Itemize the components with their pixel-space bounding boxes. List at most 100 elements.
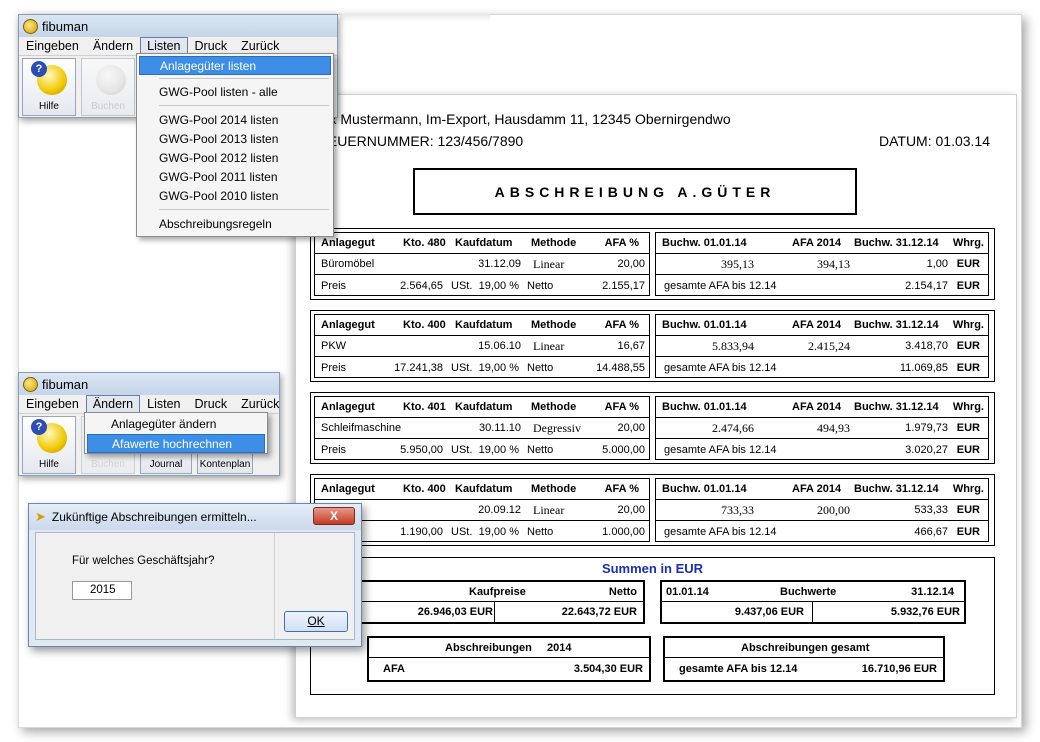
buchwert-start: 2.474,66 bbox=[712, 420, 754, 435]
header-afa: AFA % bbox=[604, 237, 639, 249]
buchwert-end: 533,33 bbox=[914, 504, 948, 516]
gesamt-afa-label: gesamte AFA bis 12.14 bbox=[664, 525, 777, 538]
asset-name: PKW bbox=[321, 340, 347, 352]
menu-eingeben[interactable]: Eingeben bbox=[19, 395, 86, 413]
netto-value: 1.000,00 bbox=[602, 525, 645, 538]
help-button[interactable]: ? Hilfe bbox=[22, 416, 76, 474]
menu-item-gwg-2012[interactable]: GWG-Pool 2012 listen bbox=[139, 149, 331, 168]
buchwert-start: 5.833,94 bbox=[712, 338, 754, 353]
asset-block: AnlagegutKto. 400KaufdatumMethodeAFA %k2… bbox=[310, 474, 995, 546]
menu-listen[interactable]: Listen bbox=[140, 395, 187, 413]
buchwert-end-sum: 5.932,76 EUR bbox=[890, 606, 960, 618]
afa-percent: 16,67 bbox=[617, 340, 645, 352]
ust-label: USt. bbox=[451, 361, 473, 374]
report-page: Max Mustermann, Im-Export, Hausdamm 11, … bbox=[295, 94, 1017, 718]
menu-eingeben[interactable]: Eingeben bbox=[19, 37, 86, 55]
asset-left-panel: AnlagegutKto. 400KaufdatumMethodeAFA %k2… bbox=[314, 478, 650, 542]
dialog-title: Zukünftige Abschreibungen ermitteln... bbox=[51, 510, 257, 524]
help-button[interactable]: ? Hilfe bbox=[22, 58, 76, 116]
tax-number: STEUERNUMMER: 123/456/7890 bbox=[310, 133, 524, 149]
header-methode: Methode bbox=[531, 483, 577, 495]
book-button[interactable]: Buchen bbox=[81, 58, 135, 116]
menu-item-gwg-pool-alle[interactable]: GWG-Pool listen - alle bbox=[139, 83, 331, 102]
netto-value: 14.488,55 bbox=[596, 361, 645, 374]
menu-aendern[interactable]: Ändern bbox=[86, 37, 140, 55]
header-waehrung: Whrg. bbox=[952, 483, 984, 495]
netto-header: Netto bbox=[608, 586, 637, 598]
asset-name: Schleifmaschine bbox=[321, 422, 402, 434]
header-buchwert-end: Buchw. 31.12.14 bbox=[854, 237, 939, 249]
menu-item-gwg-2010[interactable]: GWG-Pool 2010 listen bbox=[139, 187, 331, 206]
header-buchwert-start: Buchw. 01.01.14 bbox=[662, 237, 747, 249]
ust-label: USt. bbox=[451, 279, 473, 292]
ust-value: 19,00 % bbox=[478, 279, 519, 292]
close-button[interactable]: X bbox=[313, 507, 355, 525]
dialog-future-depreciation: ➤ Zukünftige Abschreibungen ermitteln...… bbox=[28, 503, 362, 647]
gesamt-afa-label: gesamte AFA bis 12.14 bbox=[664, 443, 777, 456]
app-icon bbox=[23, 18, 38, 34]
preis-value: 1.190,00 bbox=[400, 525, 443, 538]
buchwerte-date1: 01.01.14 bbox=[666, 586, 709, 598]
abschreibungen-2014-box: Abschreibungen 2014 AFA 3.504,30 EUR bbox=[367, 636, 651, 682]
book-icon bbox=[96, 65, 126, 95]
menu-item-anlagegueter-aendern[interactable]: Anlagegüter ändern bbox=[87, 415, 265, 434]
menu-item-gwg-2013[interactable]: GWG-Pool 2013 listen bbox=[139, 130, 331, 149]
menu-item-gwg-2014[interactable]: GWG-Pool 2014 listen bbox=[139, 111, 331, 130]
afa-2014-value: 494,93 bbox=[817, 420, 850, 435]
summary-title: Summen in EUR bbox=[601, 561, 704, 576]
report-title: ABSCHREIBUNG A.GÜTER bbox=[413, 168, 857, 215]
currency: EUR bbox=[956, 340, 980, 352]
afa-label: AFA bbox=[383, 663, 405, 675]
buchwert-end: 1.979,73 bbox=[905, 422, 948, 434]
gesamt-afa-label: gesamte AFA bis 12.14 bbox=[664, 361, 777, 374]
ok-button[interactable]: OK bbox=[284, 611, 348, 632]
asset-block: Anlagegut Kto. 401 Kaufdatum Methode AFA % Sc… bbox=[310, 392, 995, 464]
afa-percent: 20,00 bbox=[617, 504, 645, 516]
header-waehrung: Whrg. bbox=[952, 401, 984, 413]
afa-percent: 20,00 bbox=[617, 258, 645, 270]
gesamt-afa-value: 2.154,17 bbox=[905, 279, 948, 292]
asset-left-panel: Anlagegut Kto. 480 Kaufdatum Methode AFA % Bü… bbox=[314, 232, 650, 296]
preis-value: 17.241,38 bbox=[394, 361, 443, 374]
buchwert-end: 3.418,70 bbox=[905, 340, 948, 352]
header-afa-2014: AFA 2014 bbox=[792, 483, 842, 495]
kaufpreise-header: Kaufpreise bbox=[469, 586, 526, 598]
currency: EUR bbox=[956, 258, 980, 270]
menu-druck[interactable]: Druck bbox=[188, 395, 235, 413]
company-line: Max Mustermann, Im-Export, Hausdamm 11, … bbox=[310, 111, 731, 127]
ust-value: 19,00 % bbox=[478, 525, 519, 538]
ust-label: USt. bbox=[451, 525, 473, 538]
currency: EUR bbox=[956, 504, 980, 516]
header-anlagegut: Anlagegut bbox=[321, 237, 375, 249]
header-afa-2014: AFA 2014 bbox=[792, 319, 842, 331]
currency: EUR bbox=[956, 525, 980, 538]
menu-item-gwg-2011[interactable]: GWG-Pool 2011 listen bbox=[139, 168, 331, 187]
header-buchwert-end: Buchw. 31.12.14 bbox=[854, 401, 939, 413]
preis-value: 5.950,00 bbox=[400, 443, 443, 456]
header-kaufdatum: Kaufdatum bbox=[455, 319, 513, 331]
menu-item-afawerte-hochrechnen[interactable]: Afawerte hochrechnen bbox=[87, 434, 265, 453]
asset-right-panel: Buchw. 01.01.14 AFA 2014 Buchw. 31.12.14 Wh… bbox=[655, 396, 989, 460]
method: Linear bbox=[533, 338, 565, 353]
menu-aendern[interactable]: Ändern bbox=[85, 395, 141, 413]
afa-sum: 3.504,30 EUR bbox=[573, 663, 643, 675]
question-icon: ? bbox=[31, 419, 47, 435]
header-afa: AFA % bbox=[604, 483, 639, 495]
header-afa-2014: AFA 2014 bbox=[792, 237, 842, 249]
summary-box: Summen in EUR utto Kaufpreise Netto 26.9… bbox=[309, 557, 995, 695]
header-waehrung: Whrg. bbox=[952, 237, 984, 249]
header-anlagegut: Anlagegut bbox=[321, 401, 375, 413]
ust-label: USt. bbox=[451, 443, 473, 456]
menu-zurueck[interactable]: Zurück bbox=[234, 395, 286, 413]
header-afa-2014: AFA 2014 bbox=[792, 401, 842, 413]
year-input[interactable]: 2015 bbox=[72, 581, 132, 600]
menu-item-anlagegueter-listen[interactable]: Anlagegüter listen bbox=[139, 56, 331, 75]
header-methode: Methode bbox=[531, 319, 577, 331]
preis-value: 2.564,65 bbox=[400, 279, 443, 292]
asset-name: Büromöbel bbox=[321, 258, 375, 270]
currency: EUR bbox=[956, 422, 980, 434]
menu-item-abschreibungsregeln[interactable]: Abschreibungsregeln bbox=[139, 215, 331, 234]
netto-value: 2.155,17 bbox=[602, 279, 645, 292]
header-kaufdatum: Kaufdatum bbox=[455, 483, 513, 495]
netto-label: Netto bbox=[527, 361, 554, 374]
